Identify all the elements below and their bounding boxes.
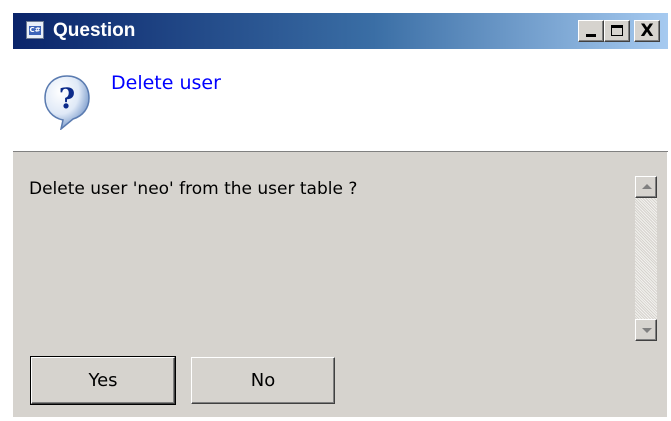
scroll-up-button[interactable]	[635, 176, 657, 198]
yes-button[interactable]: Yes	[30, 356, 176, 405]
question-glyph: ?	[59, 82, 75, 115]
maximize-button[interactable]	[604, 20, 630, 42]
dialog-header: ? Delete user	[13, 49, 668, 152]
minimize-icon	[586, 34, 596, 37]
scroll-down-button[interactable]	[635, 319, 657, 341]
question-mark-icon: ?	[44, 75, 90, 130]
app-icon[interactable]: C#	[26, 21, 44, 39]
close-icon: X	[640, 21, 654, 41]
scroll-down-arrow-icon	[642, 328, 652, 333]
close-button[interactable]: X	[634, 20, 660, 42]
question-dialog: C# Question X ? Delete user Delete user …	[12, 12, 668, 417]
scroll-up-arrow-icon	[642, 184, 652, 189]
maximize-icon	[611, 25, 623, 36]
window-title: Question	[53, 20, 136, 41]
title-bar[interactable]: C# Question X	[13, 13, 668, 49]
message-text: Delete user 'neo' from the user table ?	[29, 179, 358, 199]
no-button[interactable]: No	[191, 357, 335, 404]
vertical-scrollbar[interactable]	[635, 176, 657, 341]
dialog-heading: Delete user	[111, 72, 221, 94]
minimize-button[interactable]	[578, 20, 604, 42]
